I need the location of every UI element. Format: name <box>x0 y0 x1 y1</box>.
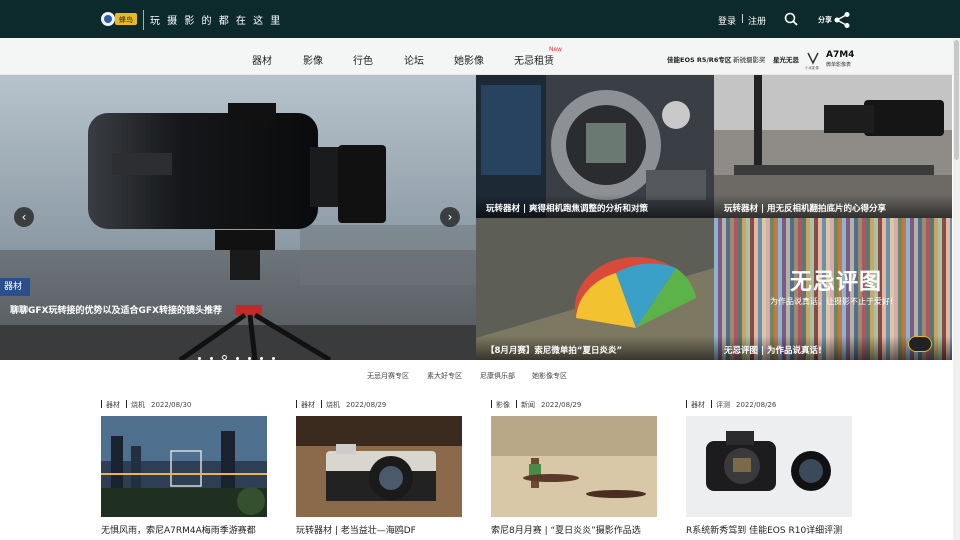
nav-item-her-imaging[interactable]: 她影像 <box>454 52 484 67</box>
card-meta: 器材 评测 2022/08/26 <box>686 400 852 412</box>
article-card: 影像 新闻 2022/08/29 索尼8月月赛 | “夏日炎炎”摄影作品选 <box>491 400 657 536</box>
article-card: 器材 烧机 2022/08/29 玩转器材 | 老当益壮—海鸥DF <box>296 400 462 536</box>
a7m4-title[interactable]: A7M4 <box>826 50 854 60</box>
nav-item-rental[interactable]: 无忌租赁 <box>514 52 554 67</box>
card-tag[interactable]: 器材 <box>691 401 705 409</box>
card-date: 2022/08/30 <box>151 401 192 409</box>
carousel-dots <box>198 345 284 360</box>
main-nav: 器材 影像 行色 论坛 她影像 无忌租赁 New 佳能EOS R5/R6专区 新… <box>0 38 960 75</box>
card-thumbnail[interactable] <box>686 416 852 517</box>
sublink-zone-2[interactable]: 素大好专区 <box>427 371 462 381</box>
search-icon[interactable] <box>784 12 798 26</box>
hero-caption[interactable]: 聊聊GFX玩转接的优势以及适合GFX转接的镜头推荐 <box>10 303 222 316</box>
svg-text:蜂鸟: 蜂鸟 <box>119 15 133 24</box>
hero-tile-focus-adjust[interactable]: 玩转器材 | 爽得相机跑焦调整的分析和对策 <box>476 75 714 218</box>
register-link[interactable]: 注册 <box>748 14 766 27</box>
badge-logo-icon <box>908 336 932 352</box>
hero-carousel[interactable]: ‹ › 器材 聊聊GFX玩转接的优势以及适合GFX转接的镜头推荐 <box>0 75 476 360</box>
hero-image <box>0 75 476 360</box>
card-tag[interactable]: 新闻 <box>521 401 535 409</box>
nav-link-eos-r5[interactable]: 佳能EOS R5/R6专区 <box>667 54 731 64</box>
carousel-dot[interactable] <box>272 357 275 360</box>
camera-brand-label: 小米影像 <box>805 66 819 70</box>
thumb-beach <box>491 416 657 517</box>
card-date: 2022/08/26 <box>736 401 777 409</box>
carousel-prev-arrow[interactable]: ‹ <box>14 207 34 227</box>
card-tag[interactable]: 器材 <box>106 401 120 409</box>
a7m4-subtitle: 微单影像表 <box>826 62 852 68</box>
nav-link-starlight[interactable]: 星光无忌 <box>773 54 799 64</box>
share-label[interactable]: 分享 <box>818 15 832 25</box>
thumb-city-night <box>101 416 267 517</box>
card-date: 2022/08/29 <box>541 401 582 409</box>
nav-item-travel[interactable]: 行色 <box>353 52 373 67</box>
card-title[interactable]: R系统新秀驾到 佳能EOS R10详细评测 <box>686 523 842 536</box>
carousel-dot[interactable] <box>260 357 263 360</box>
sublink-monthly-contest[interactable]: 无忌月赛专区 <box>367 371 409 381</box>
carousel-next-arrow[interactable]: › <box>440 207 460 227</box>
card-meta: 器材 烧机 2022/08/29 <box>296 400 462 412</box>
login-separator: | <box>741 14 745 24</box>
nav-item-forum[interactable]: 论坛 <box>404 52 424 67</box>
hero-tile-review[interactable]: 无忌评图 为作品说真话，让摄影不止于爱好! 无忌评图 | 为作品说真话! <box>714 218 952 360</box>
sublink-her-imaging[interactable]: 她影像专区 <box>532 371 567 381</box>
card-thumbnail[interactable] <box>101 416 267 517</box>
card-tag[interactable]: 烧机 <box>326 401 340 409</box>
share-icon[interactable] <box>833 11 851 29</box>
card-tag[interactable]: 影像 <box>496 401 510 409</box>
article-card: 器材 烧机 2022/08/30 无惧风雨，索尼A7RM4A梅雨季游赛都 <box>101 400 267 536</box>
card-tag[interactable]: 烧机 <box>131 401 145 409</box>
login-link[interactable]: 登录 <box>718 14 736 27</box>
site-logo[interactable]: 蜂鸟 <box>100 8 140 30</box>
card-tag[interactable]: 器材 <box>301 401 315 409</box>
page-scrollbar-thumb[interactable] <box>954 40 959 160</box>
review-overlay-subtitle: 为作品说真话，让摄影不止于爱好! <box>770 297 894 306</box>
hero-tile-film-scan[interactable]: 玩转器材 | 用无反相机翻拍底片的心得分享 <box>714 75 952 218</box>
sublink-nikon-club[interactable]: 尼康俱乐部 <box>480 371 515 381</box>
tile-caption[interactable]: 玩转器材 | 用无反相机翻拍底片的心得分享 <box>724 202 886 214</box>
card-title[interactable]: 玩转器材 | 老当益壮—海鸥DF <box>296 523 416 536</box>
card-thumbnail[interactable] <box>491 416 657 517</box>
nav-item-gear[interactable]: 器材 <box>252 52 272 67</box>
new-badge: New <box>549 46 563 53</box>
carousel-dot[interactable] <box>248 357 251 360</box>
hero-tile-monthly-contest[interactable]: 【8月月赛】索尼微单拍“夏日炎炎” <box>476 218 714 360</box>
carousel-dot[interactable] <box>198 357 201 360</box>
thumb-seagull-camera <box>296 416 462 517</box>
tile-caption[interactable]: 玩转器材 | 爽得相机跑焦调整的分析和对策 <box>486 202 648 214</box>
card-meta: 器材 烧机 2022/08/30 <box>101 400 267 412</box>
card-thumbnail[interactable] <box>296 416 462 517</box>
hero-category-tag[interactable]: 器材 <box>0 278 30 296</box>
card-title[interactable]: 无惧风雨，索尼A7RM4A梅雨季游赛都 <box>101 523 256 536</box>
card-title[interactable]: 索尼8月月赛 | “夏日炎炎”摄影作品选 <box>491 523 641 536</box>
card-date: 2022/08/29 <box>346 401 387 409</box>
review-overlay-title: 无忌评图 <box>790 270 883 295</box>
tile-caption[interactable]: 无忌评图 | 为作品说真话! <box>724 344 822 356</box>
nav-link-new-award[interactable]: 新锐摄影奖 <box>733 54 766 64</box>
nav-item-imaging[interactable]: 影像 <box>303 52 323 67</box>
carousel-dot[interactable] <box>236 357 239 360</box>
top-bar: 蜂鸟 玩 摄 影 的 都 在 这 里 登录 | 注册 分享 <box>0 0 960 38</box>
thumb-canon-r10 <box>686 416 852 517</box>
card-meta: 影像 新闻 2022/08/29 <box>491 400 657 412</box>
card-tag[interactable]: 评测 <box>716 401 730 409</box>
site-slogan: 玩 摄 影 的 都 在 这 里 <box>150 16 283 27</box>
tile-caption[interactable]: 【8月月赛】索尼微单拍“夏日炎炎” <box>486 344 622 356</box>
carousel-dot[interactable] <box>222 355 227 360</box>
logo-divider <box>143 10 144 30</box>
camera-brand-icon[interactable] <box>806 51 820 65</box>
article-card: 器材 评测 2022/08/26 R系统新秀驾到 佳能EOS R10详细评测 <box>686 400 852 536</box>
carousel-dot[interactable] <box>210 357 213 360</box>
